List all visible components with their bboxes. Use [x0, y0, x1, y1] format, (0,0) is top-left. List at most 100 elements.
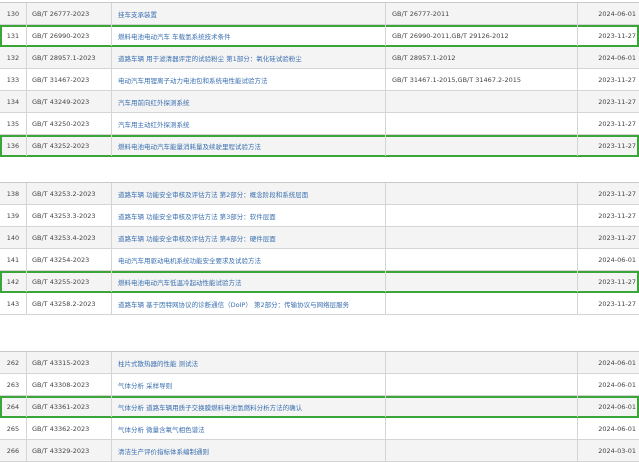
row-number: 266 — [0, 440, 27, 461]
replaced-standards — [386, 91, 578, 112]
effective-date: 2024-06-01 — [598, 402, 636, 411]
standard-code: GB/T 43329-2023 — [26, 440, 112, 461]
standard-title-link[interactable]: 汽车用主动红外探测系统 — [112, 113, 386, 134]
standard-code: GB/T 43361-2023 — [26, 396, 112, 417]
standard-title-link[interactable]: 气体分析 微量含氧气相色谱法 — [112, 418, 386, 439]
standard-title-link[interactable]: 气体分析 采样导则 — [112, 374, 386, 395]
replaced-standards — [386, 113, 578, 134]
standard-title-link[interactable]: 燃料电池电动汽车能量消耗量及续驶里程试验方法 — [112, 135, 386, 156]
row-number: 131 — [0, 25, 27, 46]
effective-date: 2024-06-01 — [598, 53, 636, 62]
standard-code: GB/T 43308-2023 — [26, 374, 112, 395]
standard-title-link[interactable]: 道路车辆 基于因特网协议的诊断通信（DoIP） 第2部分：传输协议与网络层服务 — [112, 293, 386, 314]
row-number: 262 — [0, 352, 27, 373]
table-row-highlighted: 142 GB/T 43255-2023 燃料电池电动汽车低温冷起动性能试验方法 202… — [0, 271, 639, 293]
replaced-standards — [386, 418, 578, 439]
effective-date: 2024-06-01 — [598, 380, 636, 389]
row-number: 140 — [0, 227, 27, 248]
standards-table-section-3: 262 GB/T 43315-2023 柱片式散热器的性能 测试法 2024-06-0… — [0, 351, 639, 462]
table-row: 134 GB/T 43249-2023 汽车用前向红外探测系统 2023-11-27 — [0, 91, 639, 113]
standard-title-link[interactable]: 汽车用前向红外探测系统 — [112, 91, 386, 112]
row-number: 142 — [0, 271, 27, 292]
standard-code: GB/T 26777-2023 — [26, 3, 112, 24]
standard-title-link[interactable]: 燃料电池电动汽车低温冷起动性能试验方法 — [112, 271, 386, 292]
standard-code: GB/T 43249-2023 — [26, 91, 112, 112]
table-row-highlighted: 131 GB/T 26990-2023 燃料电池电动汽车 车载氢系统技术条件 GB/T… — [0, 25, 639, 47]
effective-date: 2023-11-27 — [598, 119, 636, 128]
table-row: 140 GB/T 43253.4-2023 道路车辆 功能安全审核及评估方法 第4部… — [0, 227, 639, 249]
standard-code: GB/T 43315-2023 — [26, 352, 112, 373]
table-row: 139 GB/T 43253.3-2023 道路车辆 功能安全审核及评估方法 第3部… — [0, 205, 639, 227]
standard-title-link[interactable]: 挂车支承装置 — [112, 3, 386, 24]
standard-code: GB/T 43255-2023 — [26, 271, 112, 292]
row-number: 143 — [0, 293, 27, 314]
row-number: 135 — [0, 113, 27, 134]
standard-code: GB/T 28957.1-2023 — [26, 47, 112, 68]
table-row: 141 GB/T 43254-2023 电动汽车用驱动电机系统功能安全要求及试验方法… — [0, 249, 639, 271]
standard-title-link[interactable]: 清洁生产评价指标体系编制通则 — [112, 440, 386, 461]
standard-title-link[interactable]: 燃料电池电动汽车 车载氢系统技术条件 — [112, 25, 386, 46]
standard-code: GB/T 43253.2-2023 — [26, 183, 112, 204]
effective-date: 2023-11-27 — [598, 31, 636, 40]
effective-date: 2024-06-01 — [598, 9, 636, 18]
row-number: 264 — [0, 396, 27, 417]
effective-date: 2023-11-27 — [598, 141, 636, 150]
standard-title-link[interactable]: 气体分析 道路车辆用质子交换膜燃料电池氢燃料分析方法的确认 — [112, 396, 386, 417]
standard-title-link[interactable]: 电动汽车用锂离子动力电池包和系统电性能试验方法 — [112, 69, 386, 90]
replaced-standards — [386, 227, 578, 248]
standard-code: GB/T 43254-2023 — [26, 249, 112, 270]
standard-code: GB/T 43252-2023 — [26, 135, 112, 156]
standard-title-link[interactable]: 道路车辆 功能安全审核及评估方法 第2部分：概念阶段和系统层面 — [112, 183, 386, 204]
row-number: 136 — [0, 135, 27, 156]
effective-date: 2023-11-27 — [598, 277, 636, 286]
standard-title-link[interactable]: 道路车辆 用于滤清器评定的试验粉尘 第1部分：氧化硅试验粉尘 — [112, 47, 386, 68]
replaced-standards: GB/T 31467.1-2015,GB/T 31467.2-2015 — [386, 69, 578, 90]
row-number: 141 — [0, 249, 27, 270]
replaced-standards — [386, 374, 578, 395]
row-number: 130 — [0, 3, 27, 24]
replaced-standards — [386, 352, 578, 373]
effective-date: 2024-06-01 — [598, 255, 636, 264]
effective-date: 2024-06-01 — [598, 358, 636, 367]
effective-date: 2023-11-27 — [598, 299, 636, 308]
standards-table-section-1: 130 GB/T 26777-2023 挂车支承装置 GB/T 26777-2011 2… — [0, 2, 639, 157]
replaced-standards — [386, 205, 578, 226]
replaced-standards — [386, 440, 578, 461]
effective-date: 2024-06-01 — [598, 424, 636, 433]
standard-code: GB/T 43258.2-2023 — [26, 293, 112, 314]
standard-title-link[interactable]: 道路车辆 功能安全审核及评估方法 第3部分：软件层面 — [112, 205, 386, 226]
effective-date: 2023-11-27 — [598, 75, 636, 84]
row-number: 138 — [0, 183, 27, 204]
replaced-standards — [386, 183, 578, 204]
table-row-highlighted: 264 GB/T 43361-2023 气体分析 道路车辆用质子交换膜燃料电池氢燃料… — [0, 396, 639, 418]
effective-date: 2023-11-27 — [598, 189, 636, 198]
replaced-standards — [386, 249, 578, 270]
standard-code: GB/T 31467-2023 — [26, 69, 112, 90]
row-number: 132 — [0, 47, 27, 68]
standard-code: GB/T 43250-2023 — [26, 113, 112, 134]
replaced-standards: GB/T 26777-2011 — [386, 3, 578, 24]
row-number: 134 — [0, 91, 27, 112]
replaced-standards — [386, 271, 578, 292]
table-row-highlighted: 136 GB/T 43252-2023 燃料电池电动汽车能量消耗量及续驶里程试验方法… — [0, 135, 639, 157]
standard-title-link[interactable]: 道路车辆 功能安全审核及评估方法 第4部分：硬件层面 — [112, 227, 386, 248]
standard-code: GB/T 43253.3-2023 — [26, 205, 112, 226]
row-number: 139 — [0, 205, 27, 226]
table-row: 266 GB/T 43329-2023 清洁生产评价指标体系编制通则 2024-03-… — [0, 440, 639, 462]
table-row: 133 GB/T 31467-2023 电动汽车用锂离子动力电池包和系统电性能试验方… — [0, 69, 639, 91]
standards-table-section-2: 138 GB/T 43253.2-2023 道路车辆 功能安全审核及评估方法 第2部… — [0, 182, 639, 315]
replaced-standards: GB/T 28957.1-2012 — [386, 47, 578, 68]
row-number: 263 — [0, 374, 27, 395]
standard-title-link[interactable]: 电动汽车用驱动电机系统功能安全要求及试验方法 — [112, 249, 386, 270]
effective-date: 2023-11-27 — [598, 97, 636, 106]
table-row: 135 GB/T 43250-2023 汽车用主动红外探测系统 2023-11-27 — [0, 113, 639, 135]
effective-date: 2023-11-27 — [598, 211, 636, 220]
table-row: 263 GB/T 43308-2023 气体分析 采样导则 2024-06-01 — [0, 374, 639, 396]
table-row: 265 GB/T 43362-2023 气体分析 微量含氧气相色谱法 2024-06-… — [0, 418, 639, 440]
effective-date: 2023-11-27 — [598, 233, 636, 242]
replaced-standards — [386, 396, 578, 417]
replaced-standards: GB/T 26990-2011,GB/T 29126-2012 — [386, 25, 578, 46]
table-row: 130 GB/T 26777-2023 挂车支承装置 GB/T 26777-2011 2… — [0, 3, 639, 25]
effective-date: 2024-03-01 — [598, 446, 636, 455]
standard-title-link[interactable]: 柱片式散热器的性能 测试法 — [112, 352, 386, 373]
